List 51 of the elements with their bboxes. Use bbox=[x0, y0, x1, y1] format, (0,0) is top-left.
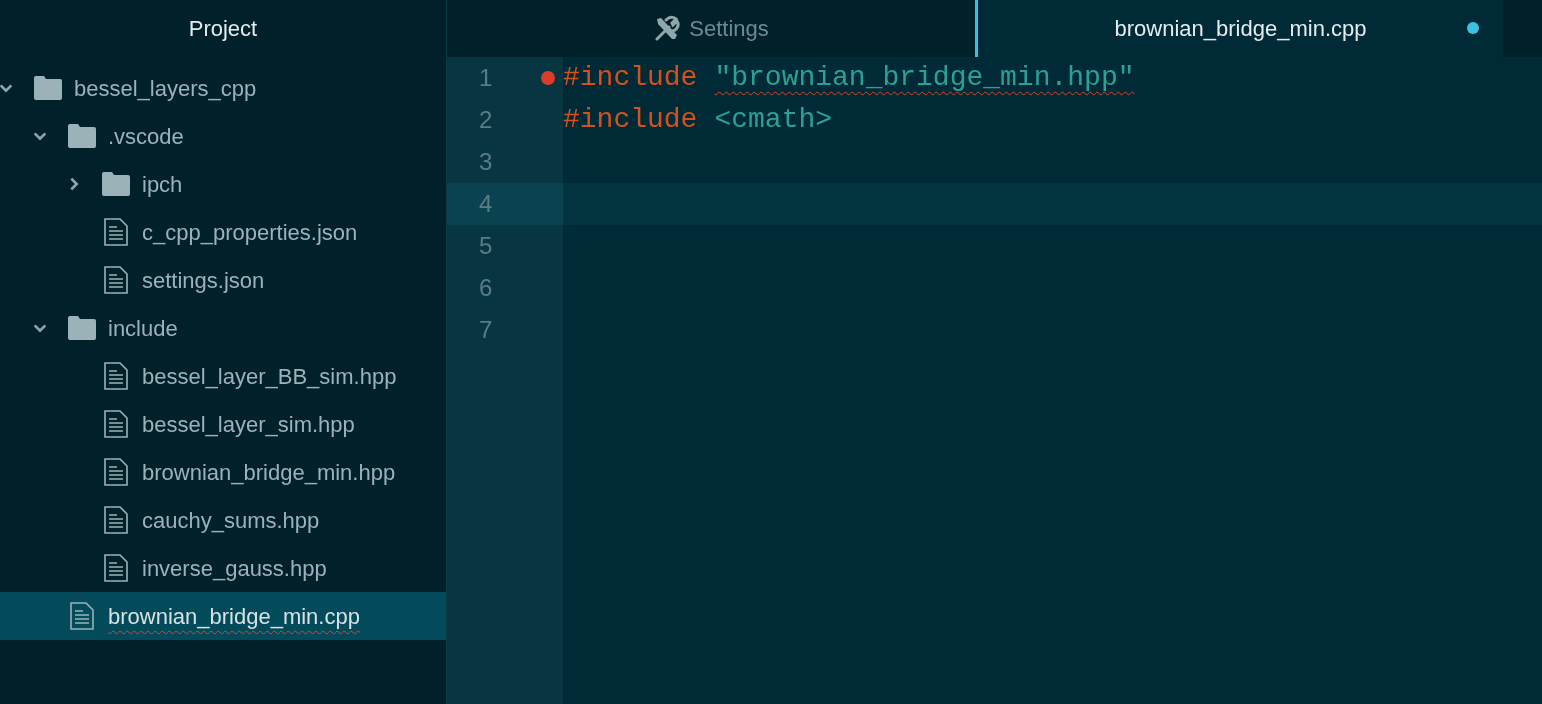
editor-tab[interactable]: Settings bbox=[447, 0, 975, 57]
folder-name: include bbox=[108, 314, 178, 343]
folder-icon bbox=[68, 316, 96, 340]
file-icon bbox=[104, 410, 128, 438]
file-item[interactable]: brownian_bridge_min.hpp bbox=[0, 448, 446, 496]
file-name: settings.json bbox=[142, 266, 265, 295]
line-number: 3 bbox=[479, 147, 493, 177]
folder-item[interactable]: .vscode bbox=[0, 112, 446, 160]
line-number: 5 bbox=[479, 231, 493, 261]
file-item[interactable]: brownian_bridge_min.cpp bbox=[0, 592, 446, 640]
file-name: brownian_bridge_min.hpp bbox=[142, 458, 396, 487]
line-number: 7 bbox=[479, 315, 493, 345]
file-icon bbox=[104, 362, 128, 390]
folder-item[interactable]: include bbox=[0, 304, 446, 352]
file-icon bbox=[104, 554, 128, 582]
line-number: 2 bbox=[479, 105, 493, 135]
file-item[interactable]: bessel_layer_sim.hpp bbox=[0, 400, 446, 448]
file-icon bbox=[70, 602, 94, 630]
line-number: 4 bbox=[479, 189, 493, 219]
folder-name: bessel_layers_cpp bbox=[74, 74, 257, 103]
code-token: #include bbox=[563, 61, 698, 95]
code-token: #include bbox=[563, 103, 698, 137]
file-icon bbox=[104, 218, 128, 246]
sidebar-title: Project bbox=[188, 14, 258, 43]
folder-name: ipch bbox=[142, 170, 183, 199]
file-item[interactable]: bessel_layer_BB_sim.hpp bbox=[0, 352, 446, 400]
editor-tab[interactable]: brownian_bridge_min.cpp bbox=[975, 0, 1503, 57]
file-name: bessel_layer_BB_sim.hpp bbox=[142, 362, 397, 391]
folder-item[interactable]: bessel_layers_cpp bbox=[0, 64, 446, 112]
file-item[interactable]: c_cpp_properties.json bbox=[0, 208, 446, 256]
folder-icon bbox=[34, 76, 62, 100]
code-token: "brownian_bridge_min.hpp" bbox=[714, 61, 1135, 95]
file-item[interactable]: cauchy_sums.hpp bbox=[0, 496, 446, 544]
file-icon bbox=[104, 458, 128, 486]
folder-icon bbox=[102, 172, 130, 196]
file-icon bbox=[104, 506, 128, 534]
file-name: c_cpp_properties.json bbox=[142, 218, 358, 247]
file-name: cauchy_sums.hpp bbox=[142, 506, 320, 535]
file-icon bbox=[104, 266, 128, 294]
line-number: 1 bbox=[479, 63, 493, 93]
tools-icon bbox=[653, 14, 682, 43]
file-item[interactable]: settings.json bbox=[0, 256, 446, 304]
file-name: inverse_gauss.hpp bbox=[142, 554, 327, 583]
folder-item[interactable]: ipch bbox=[0, 160, 446, 208]
file-name: brownian_bridge_min.cpp bbox=[108, 602, 360, 631]
line-number: 6 bbox=[479, 273, 493, 303]
file-name: bessel_layer_sim.hpp bbox=[142, 410, 355, 439]
code-token: <cmath> bbox=[714, 103, 833, 137]
folder-name: .vscode bbox=[108, 122, 184, 151]
file-item[interactable]: inverse_gauss.hpp bbox=[0, 544, 446, 592]
folder-icon bbox=[68, 124, 96, 148]
